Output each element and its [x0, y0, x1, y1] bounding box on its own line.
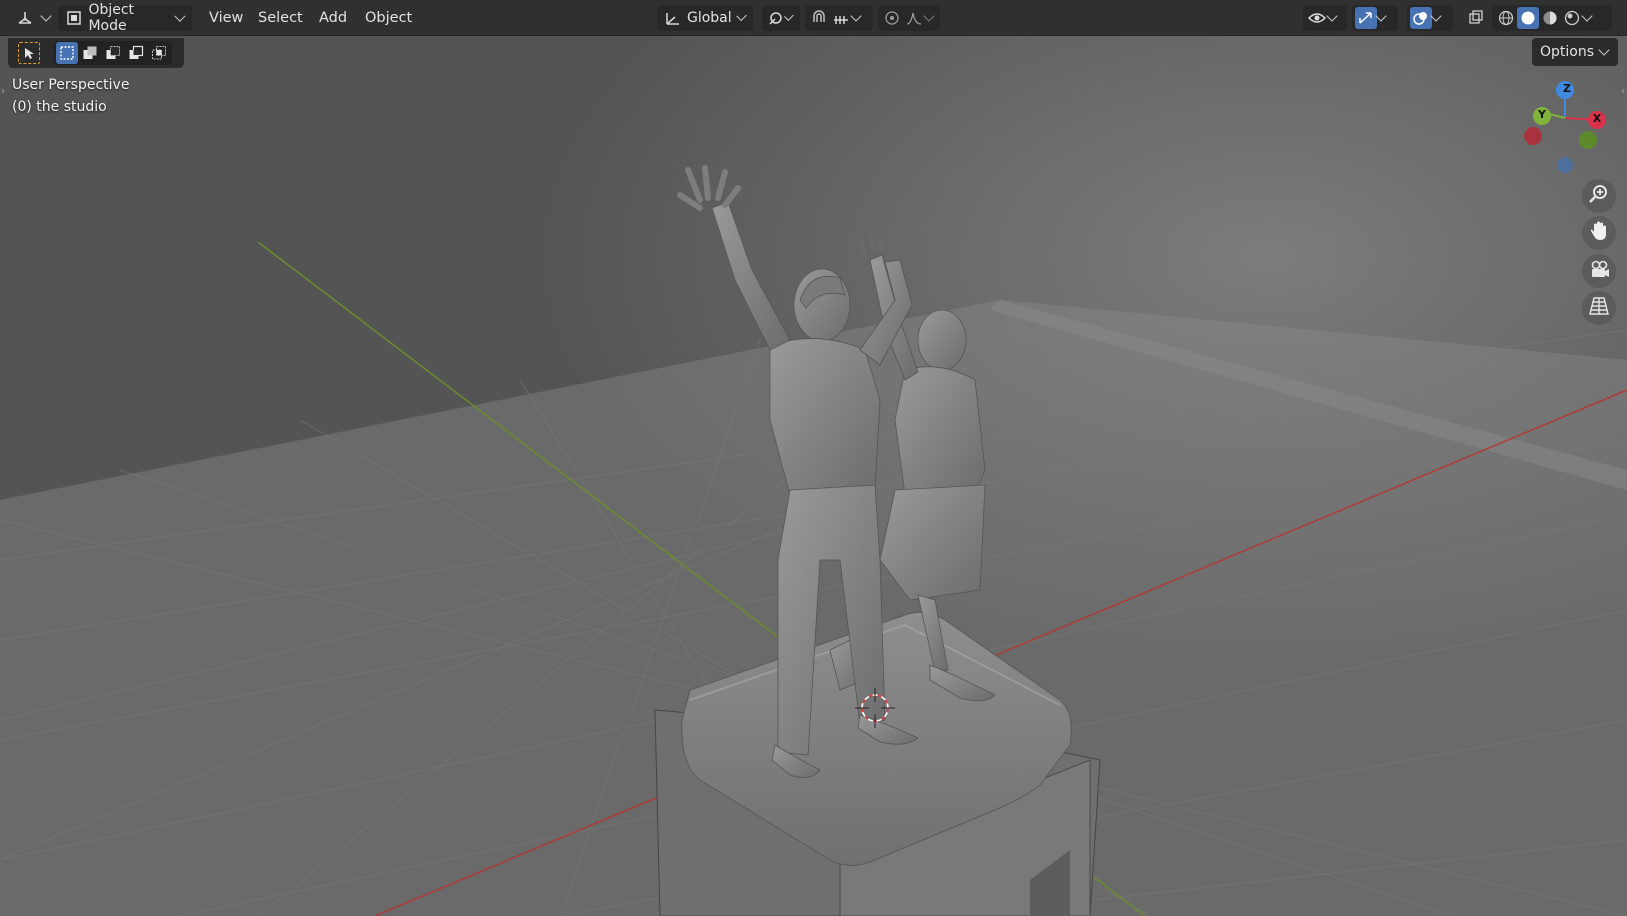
- chevron-down-icon: [1598, 44, 1610, 56]
- options-dropdown[interactable]: Options: [1531, 38, 1618, 66]
- chevron-down-icon[interactable]: [1430, 10, 1442, 22]
- gizmo-icon[interactable]: [1355, 7, 1377, 29]
- 3d-viewport[interactable]: [0, 0, 1627, 916]
- set-new-selection-icon[interactable]: [56, 42, 78, 64]
- pivot-icon: [768, 7, 786, 29]
- overlays-icon[interactable]: [1410, 7, 1432, 29]
- invert-selection-icon[interactable]: [125, 42, 147, 64]
- visibility-dropdown[interactable]: [1303, 5, 1347, 31]
- wireframe-shading-icon[interactable]: [1495, 7, 1517, 29]
- viewport-header: Object Mode View Select Add Object Globa…: [0, 0, 1627, 36]
- menu-view[interactable]: View: [205, 6, 247, 30]
- transform-orientation-dropdown[interactable]: Global: [657, 5, 753, 31]
- camera-view-button[interactable]: [1582, 254, 1616, 288]
- gizmo-neg-z[interactable]: [1557, 157, 1573, 173]
- xray-toggle[interactable]: [1463, 5, 1489, 31]
- chevron-down-icon[interactable]: [923, 10, 935, 22]
- view-name-label: User Perspective: [12, 77, 130, 93]
- menu-select[interactable]: Select: [254, 6, 307, 30]
- chevron-down-icon[interactable]: [850, 10, 862, 22]
- toolbar-expand-arrow-icon[interactable]: ›: [1, 86, 5, 97]
- editor-type-button[interactable]: [14, 5, 52, 31]
- zoom-icon: [1588, 183, 1610, 209]
- magnet-icon[interactable]: [808, 7, 830, 29]
- gizmo-neg-y[interactable]: [1579, 131, 1597, 149]
- subtract-selection-icon[interactable]: [102, 42, 124, 64]
- overlays-toggle-group: [1407, 5, 1453, 31]
- orientation-label: Global: [686, 10, 732, 26]
- solid-shading-icon[interactable]: [1517, 7, 1539, 29]
- perspective-toggle-button[interactable]: [1582, 291, 1616, 325]
- viewport-scene: [0, 0, 1627, 916]
- chevron-down-icon: [1326, 10, 1338, 22]
- intersect-selection-icon[interactable]: [148, 42, 170, 64]
- pan-button[interactable]: [1582, 216, 1616, 250]
- chevron-down-icon[interactable]: [1375, 10, 1387, 22]
- chevron-down-icon: [40, 10, 52, 22]
- menu-object[interactable]: Object: [361, 6, 416, 30]
- collection-info-label: (0) the studio: [12, 99, 107, 115]
- pivot-point-dropdown[interactable]: [762, 5, 800, 31]
- tool-settings-bar: [8, 38, 184, 68]
- sidebar-expand-arrow-icon[interactable]: ‹: [1621, 86, 1625, 97]
- chevron-down-icon: [174, 10, 186, 22]
- snap-increment-icon[interactable]: [830, 7, 852, 29]
- mode-dropdown[interactable]: Object Mode: [58, 2, 192, 34]
- snapping-group: [805, 5, 873, 31]
- material-preview-icon[interactable]: [1539, 7, 1561, 29]
- eye-icon: [1306, 7, 1328, 29]
- camera-icon: [1588, 258, 1610, 284]
- chevron-down-icon: [735, 10, 747, 22]
- blender-window: Object Mode View Select Add Object Globa…: [0, 0, 1627, 916]
- gizmo-neg-x[interactable]: [1524, 127, 1542, 145]
- gizmo-y-label: Y: [1538, 108, 1546, 121]
- orientation-icon: [663, 7, 683, 29]
- grid-icon: [1588, 295, 1610, 321]
- mode-label: Object Mode: [88, 2, 135, 34]
- object-mode-icon: [64, 7, 84, 29]
- xray-icon: [1465, 7, 1487, 29]
- 3d-viewport-icon: [14, 7, 36, 29]
- falloff-curve-icon[interactable]: [903, 7, 925, 29]
- extend-selection-icon[interactable]: [79, 42, 101, 64]
- chevron-down-icon[interactable]: [1581, 10, 1593, 22]
- select-tool-icon[interactable]: [18, 42, 40, 64]
- options-label: Options: [1539, 44, 1594, 60]
- shading-mode-group: [1492, 5, 1612, 31]
- hand-icon: [1588, 220, 1610, 246]
- zoom-button[interactable]: [1582, 179, 1616, 213]
- proportional-edit-icon[interactable]: [881, 7, 903, 29]
- rendered-shading-icon[interactable]: [1561, 7, 1583, 29]
- gizmo-toggle-group: [1352, 5, 1398, 31]
- selection-mode-group: [54, 41, 172, 65]
- proportional-editing-group: [878, 5, 940, 31]
- gizmo-x-label: X: [1592, 112, 1602, 125]
- menu-add[interactable]: Add: [315, 6, 351, 30]
- navigation-gizmo[interactable]: [1505, 78, 1605, 178]
- gizmo-z-label: Z: [1563, 82, 1571, 95]
